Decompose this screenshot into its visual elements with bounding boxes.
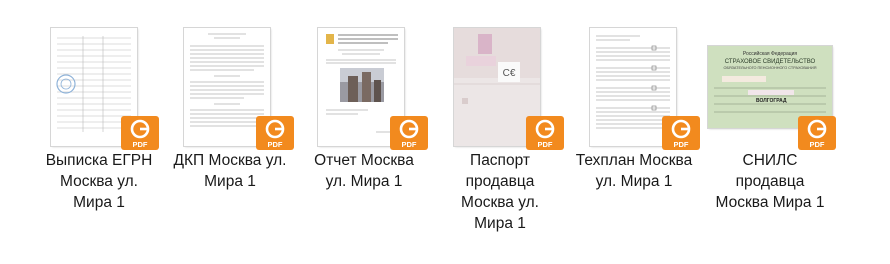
file-name: Техплан Москва ул. Мира 1: [575, 152, 693, 190]
file-item[interactable]: C€ PDF Паспорт продавца Москва ул. Мира …: [432, 28, 568, 258]
card-city: ВОЛГОГРАД: [756, 98, 787, 104]
pdf-badge-icon: PDF: [390, 116, 428, 150]
card-title: СТРАХОВОЕ СВИДЕТЕЛЬСТВО: [725, 59, 816, 65]
pdf-badge-icon: PDF: [798, 116, 836, 150]
file-name: ДКП Москва ул. Мира 1: [173, 152, 287, 190]
badge-label: PDF: [268, 140, 283, 149]
file-item[interactable]: PDF ДКП Москва ул. Мира 1: [162, 28, 298, 258]
badge-label: PDF: [674, 140, 689, 149]
pdf-badge-icon: PDF: [121, 116, 159, 150]
file-item[interactable]: Российская Федерация СТРАХОВОЕ СВИДЕТЕЛЬ…: [702, 28, 838, 258]
file-grid: PDF Выписка ЕГРН Москва ул. Мира 1 PDF Д…: [0, 0, 890, 264]
badge-label: PDF: [133, 140, 148, 149]
file-item[interactable]: PDF Техплан Москва ул. Мира 1: [566, 28, 702, 258]
file-name: Отчет Москва ул. Мира 1: [314, 152, 414, 190]
badge-label: PDF: [402, 140, 417, 149]
svg-text:C€: C€: [503, 68, 516, 79]
pdf-badge-icon: PDF: [256, 116, 294, 150]
pdf-badge-icon: PDF: [662, 116, 700, 150]
file-name: Выписка ЕГРН Москва ул. Мира 1: [45, 152, 153, 211]
file-item[interactable]: PDF Отчет Москва ул. Мира 1: [296, 28, 432, 258]
file-item[interactable]: PDF Выписка ЕГРН Москва ул. Мира 1: [31, 28, 167, 258]
card-country: Российская Федерация: [743, 50, 798, 57]
file-name: Паспорт продавца Москва ул. Мира 1: [461, 152, 539, 232]
badge-label: PDF: [538, 140, 553, 149]
card-subtitle: ОБЯЗАТЕЛЬНОГО ПЕНСИОННОГО СТРАХОВАНИЯ: [723, 66, 816, 70]
file-name: СНИЛС продавца Москва Мира 1: [715, 152, 825, 211]
pdf-badge-icon: PDF: [526, 116, 564, 150]
badge-label: PDF: [810, 140, 825, 149]
